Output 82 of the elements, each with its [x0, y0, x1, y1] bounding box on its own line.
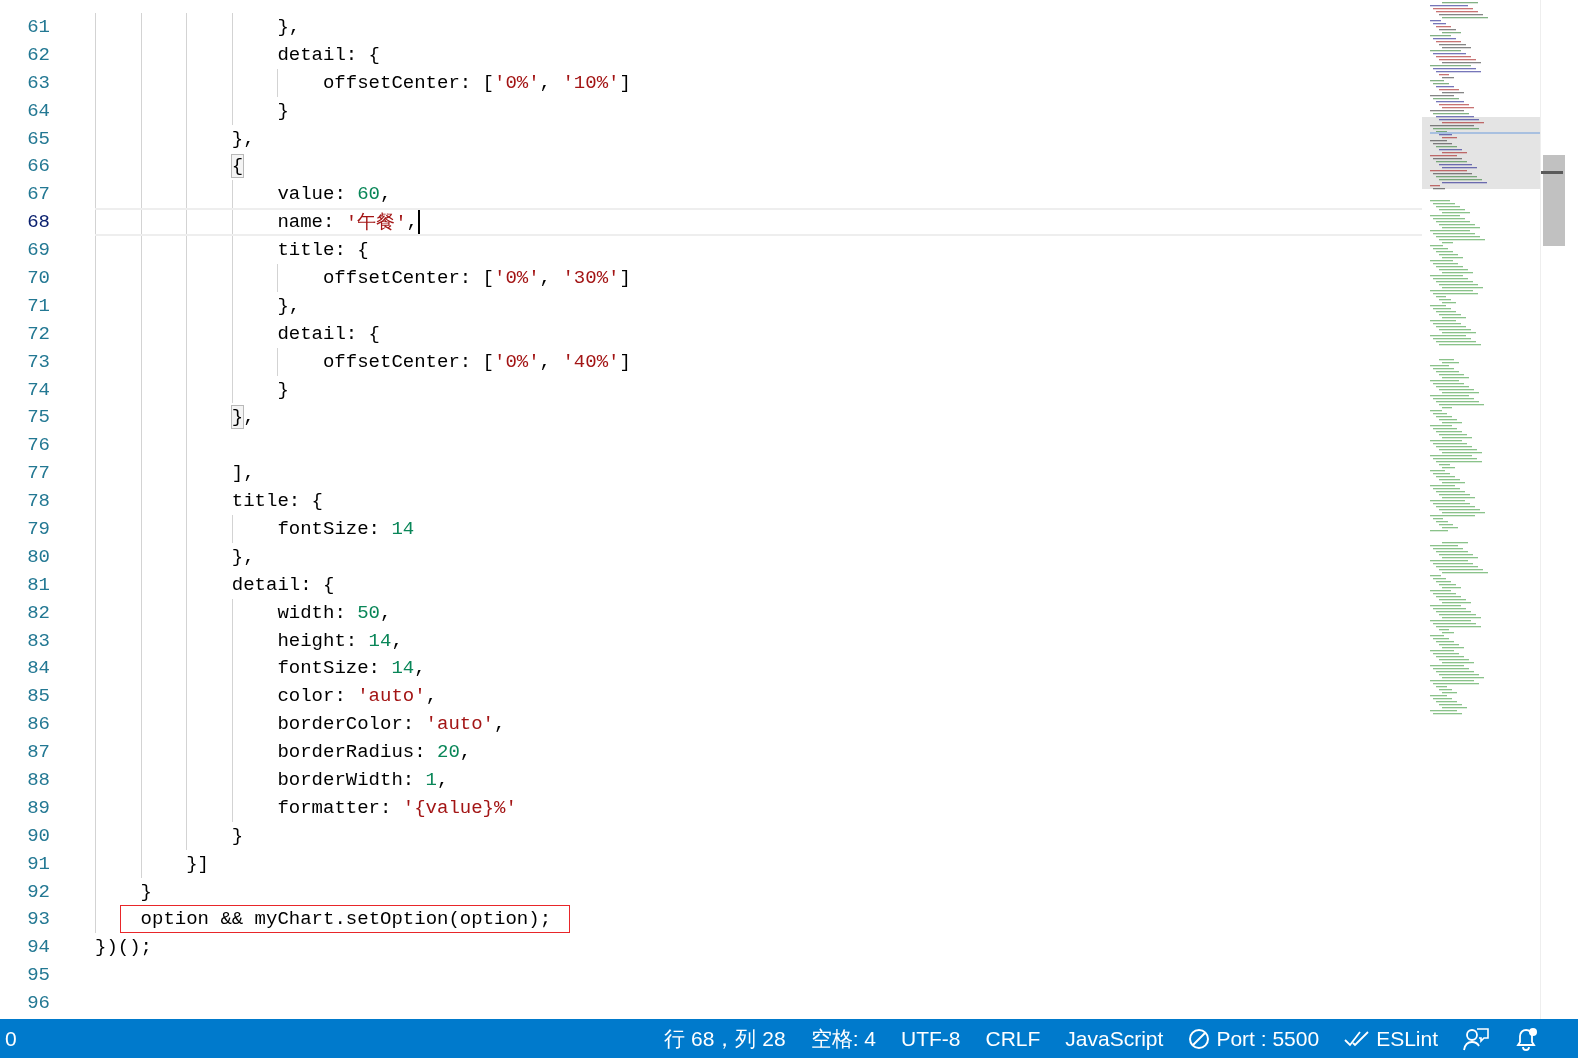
code-line: height: 14,: [276, 628, 404, 654]
line-number: 81: [26, 573, 50, 596]
line-number: 67: [26, 183, 50, 206]
code-line: title: {: [230, 489, 324, 515]
line-number: 94: [26, 936, 50, 959]
code-line: name: '午餐',: [274, 210, 423, 235]
code-line: title: {: [276, 238, 370, 264]
status-item[interactable]: JavaScript: [1065, 1026, 1164, 1051]
line-number: 96: [26, 992, 50, 1015]
eslint-status[interactable]: ESLint: [1344, 1026, 1438, 1051]
code-line: }: [139, 879, 153, 905]
scrollbar-marker: [1541, 171, 1563, 174]
line-number: 64: [26, 99, 50, 122]
status-item[interactable]: 行 68，列 28: [664, 1024, 786, 1053]
line-number: 63: [26, 71, 50, 94]
line-number: 84: [26, 657, 50, 680]
code-line: }: [230, 823, 245, 849]
code-line: offsetCenter: ['0%', '30%']: [321, 265, 632, 291]
line-number: 78: [26, 490, 50, 513]
code-line: borderWidth: 1,: [276, 768, 450, 793]
line-number: 74: [26, 378, 50, 401]
line-number: 89: [26, 796, 50, 819]
code-line: width: 50,: [276, 600, 393, 626]
code-line: value: 60,: [276, 182, 393, 208]
line-number: 93: [26, 908, 50, 931]
line-number: 83: [26, 629, 50, 652]
text-cursor: [418, 210, 420, 235]
code-line: },: [276, 14, 302, 40]
line-number: 72: [26, 322, 50, 345]
prohibited-icon: [1188, 1027, 1211, 1050]
code-line: }]: [185, 851, 210, 877]
code-line: offsetCenter: ['0%', '40%']: [321, 349, 632, 375]
line-number: 77: [26, 462, 50, 485]
port-status[interactable]: Port : 5500: [1188, 1026, 1320, 1051]
code-line: },: [230, 405, 256, 431]
feedback-icon[interactable]: [1463, 1026, 1489, 1051]
line-number: 92: [26, 880, 50, 903]
code-line: },: [276, 293, 302, 319]
code-line: ],: [230, 461, 256, 487]
code-line: },: [230, 544, 256, 570]
status-item[interactable]: UTF-8: [901, 1026, 961, 1051]
double-check-icon: [1344, 1029, 1371, 1048]
line-number: 87: [26, 741, 50, 764]
code-line: }: [276, 98, 290, 124]
line-number: 69: [26, 239, 50, 262]
code-line: formatter: '{value}%': [276, 795, 518, 821]
code-line: },: [230, 126, 256, 152]
line-number: 86: [26, 713, 50, 736]
line-number: 75: [26, 406, 50, 429]
bell-icon[interactable]: [1514, 1026, 1540, 1051]
line-number: 79: [26, 517, 50, 540]
code-line: detail: {: [276, 42, 381, 68]
status-item[interactable]: 0: [5, 1026, 17, 1051]
code-line: })();: [94, 935, 153, 961]
status-item[interactable]: 空格: 4: [810, 1024, 876, 1053]
status-item[interactable]: CRLF: [985, 1026, 1041, 1051]
line-number: 85: [26, 685, 50, 708]
code-line: detail: {: [230, 572, 336, 598]
line-number: 95: [26, 964, 50, 987]
code-line: detail: {: [276, 321, 381, 347]
line-number: 73: [26, 350, 50, 373]
line-number: 71: [26, 294, 50, 317]
line-number: 70: [26, 266, 50, 289]
scrollbar-thumb[interactable]: [1543, 155, 1565, 246]
code-line: }: [276, 377, 290, 403]
code-line: borderRadius: 20,: [276, 740, 473, 766]
line-number: 80: [26, 545, 50, 568]
line-number: 82: [26, 601, 50, 624]
code-line: fontSize: 14,: [276, 656, 427, 682]
line-number: 65: [26, 127, 50, 150]
line-number: 88: [26, 769, 50, 791]
code-line: borderColor: 'auto',: [276, 712, 507, 738]
line-number: 76: [26, 434, 50, 457]
line-number: 66: [26, 155, 50, 178]
line-number: 68: [26, 211, 50, 234]
line-number: 91: [26, 852, 50, 875]
code-line: fontSize: 14: [276, 516, 416, 542]
line-number: 90: [26, 824, 50, 847]
line-number: 61: [26, 15, 50, 38]
code-line: color: 'auto',: [276, 684, 439, 710]
line-number: 62: [26, 43, 50, 66]
code-line: offsetCenter: ['0%', '10%']: [321, 70, 632, 96]
